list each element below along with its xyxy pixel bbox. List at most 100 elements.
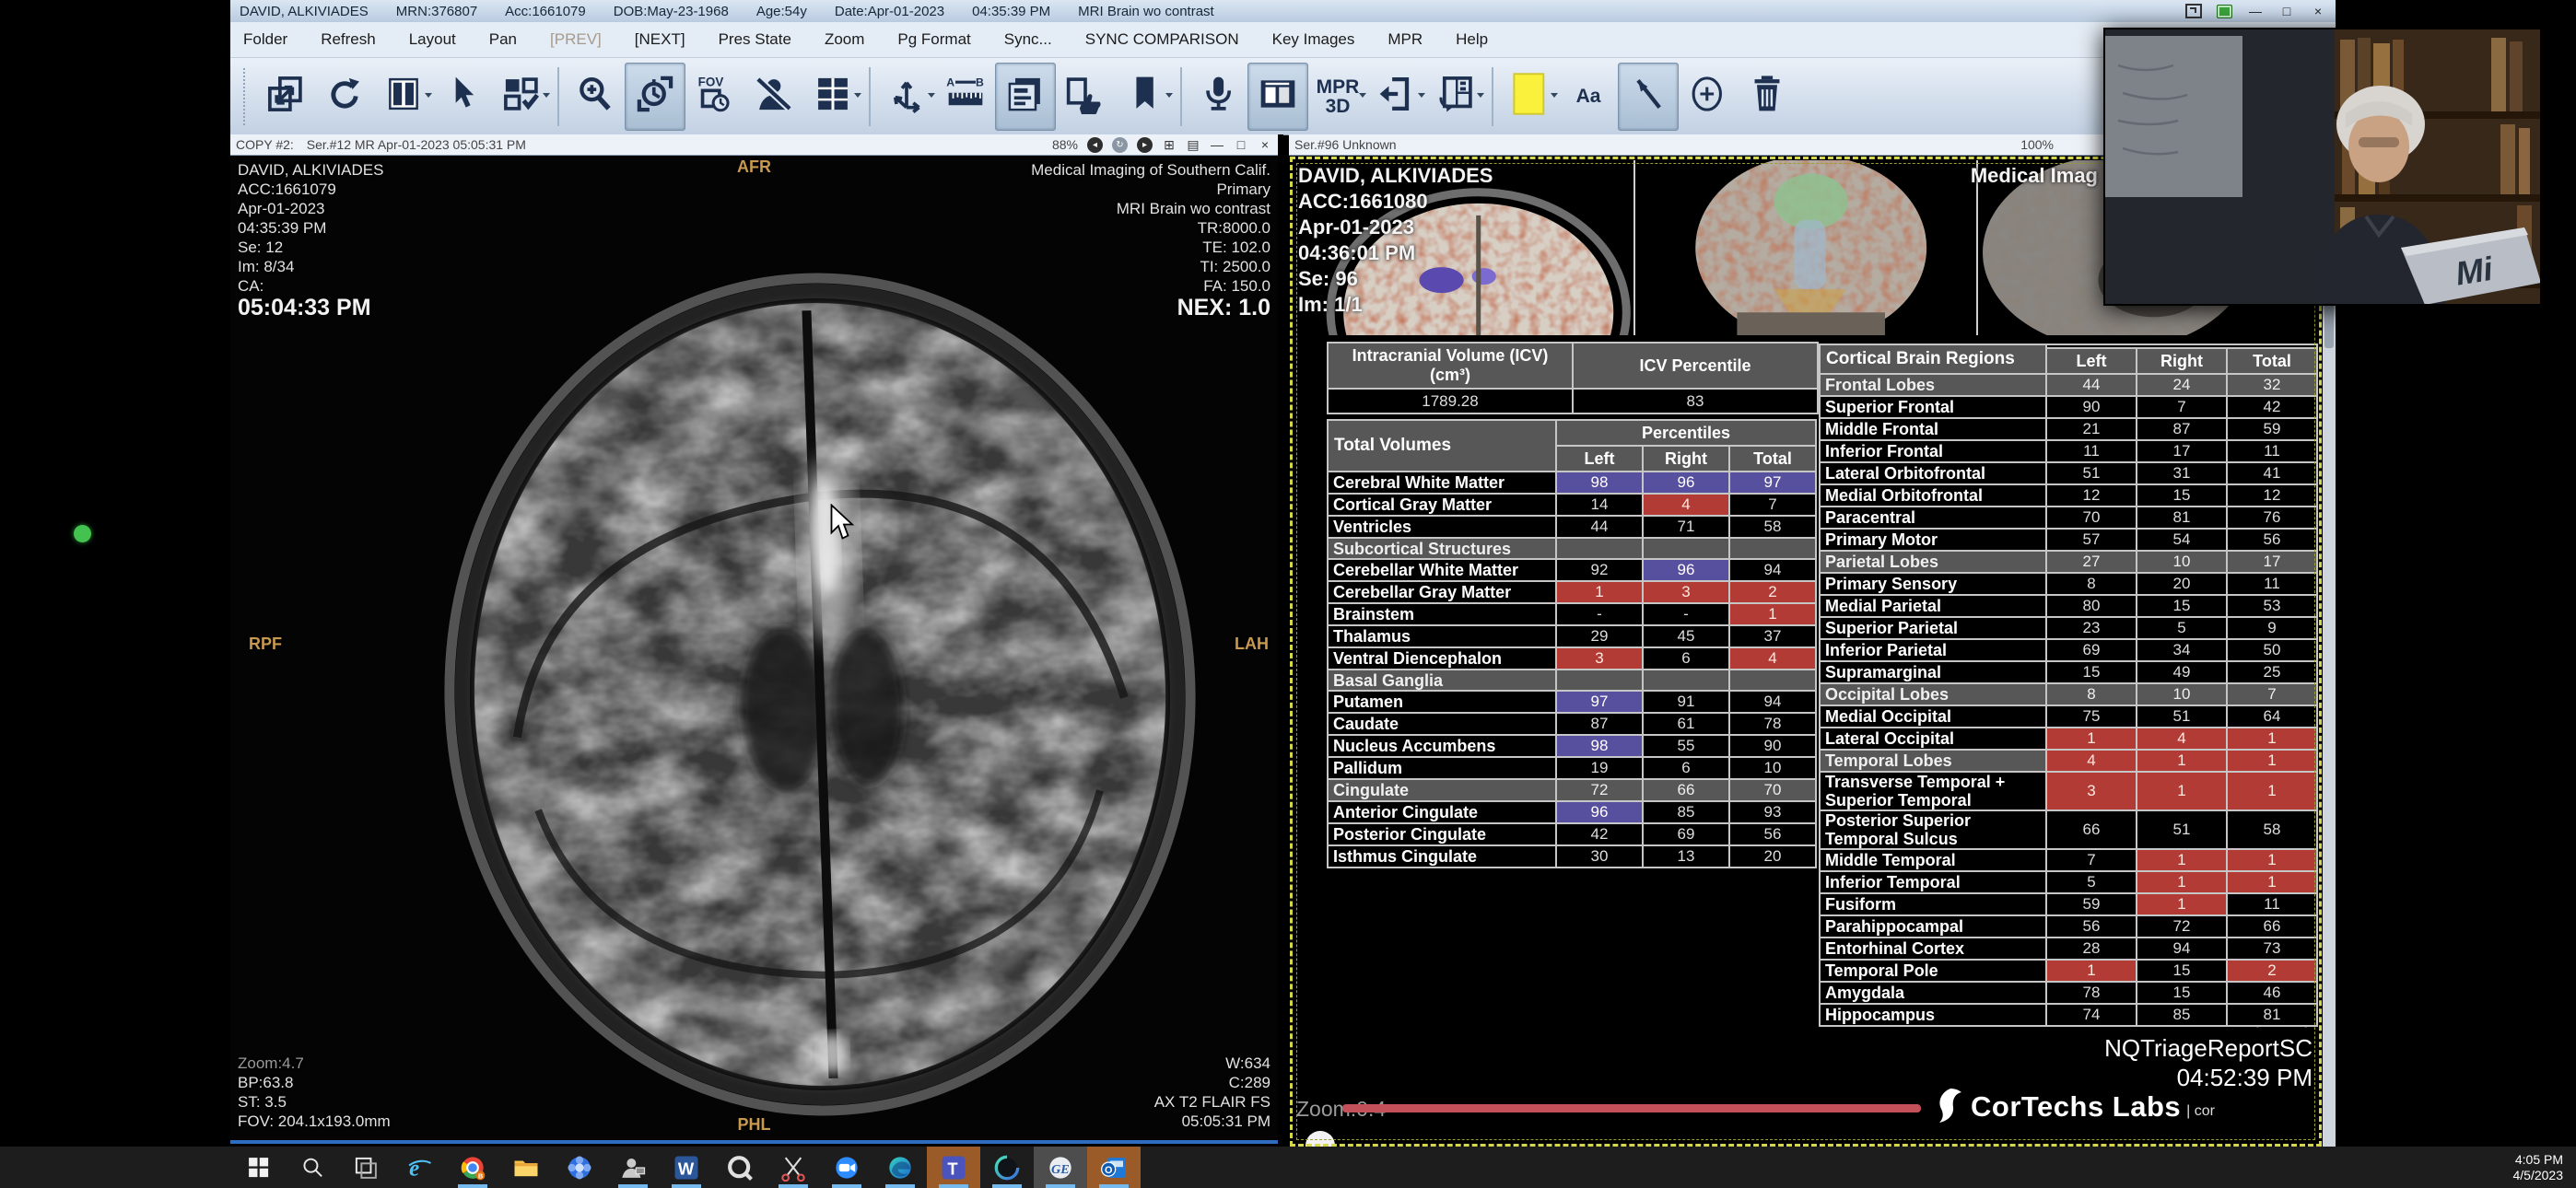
taskbar-outlook-icon[interactable]: O	[1087, 1147, 1141, 1188]
zoom-magnifier-button[interactable]	[566, 64, 625, 130]
svg-text:FOV: FOV	[698, 75, 724, 88]
select-cursor-button[interactable]	[433, 64, 492, 130]
scroll-handle[interactable]	[1306, 1131, 1335, 1147]
dropdown-caret-icon[interactable]	[1418, 93, 1425, 98]
maximize-button[interactable]: □	[2278, 4, 2295, 18]
menu-item-pg-format[interactable]: Pg Format	[897, 30, 970, 49]
taskbar-teams-icon[interactable]: T	[927, 1147, 980, 1188]
dropdown-caret-icon[interactable]	[1551, 93, 1558, 98]
menu-item-layout[interactable]: Layout	[409, 30, 456, 49]
menu-item-mpr[interactable]: MPR	[1388, 30, 1423, 49]
taskbar-remote-app-icon[interactable]	[606, 1147, 660, 1188]
close-button[interactable]: ×	[2310, 4, 2326, 18]
bookmark-button[interactable]	[1115, 64, 1174, 130]
dropdown-caret-icon[interactable]	[854, 93, 861, 98]
menu-item-key-images[interactable]: Key Images	[1272, 30, 1355, 49]
taskbar-webex-icon[interactable]	[980, 1147, 1034, 1188]
highlight-color-button[interactable]	[1500, 64, 1559, 130]
fov-button[interactable]: FOV	[685, 64, 744, 130]
fullscreen-icon[interactable]	[2185, 4, 2202, 18]
table-row: Cerebellar Gray Matter132	[1328, 581, 1816, 603]
panel-close-button[interactable]: ×	[1258, 137, 1272, 152]
dropdown-caret-icon[interactable]	[928, 93, 935, 98]
green-status-dot	[74, 525, 91, 542]
webcam-overlay[interactable]: Mi	[2103, 28, 2542, 306]
menu-item-prev[interactable]: [PREV]	[550, 30, 602, 49]
taskbar-task-view-icon[interactable]	[339, 1147, 392, 1188]
compare-panels-button[interactable]	[803, 64, 862, 130]
taskbar-word-icon[interactable]: W	[660, 1147, 713, 1188]
taskbar-photos-icon[interactable]	[553, 1147, 606, 1188]
series-layout-button[interactable]	[492, 64, 551, 130]
percentile-value: 7	[1729, 494, 1816, 516]
menu-item-sync-comparison[interactable]: SYNC COMPARISON	[1085, 30, 1239, 49]
crosshair-localizer-button[interactable]	[877, 64, 936, 130]
prev-series-button[interactable]: ◂	[1087, 137, 1103, 153]
taskbar-start-icon[interactable]	[232, 1147, 286, 1188]
percentile-value: 1	[2137, 849, 2227, 871]
menu-item-folder[interactable]: Folder	[243, 30, 287, 49]
delete-icon	[1747, 74, 1787, 119]
icv-table: Intracranial Volume (ICV)(cm³) ICV Perce…	[1327, 342, 1819, 414]
rotate-button[interactable]	[315, 64, 374, 130]
page-rotate-icon	[1435, 74, 1476, 119]
dictate-mic-button[interactable]	[1188, 64, 1247, 130]
percentile-value: 76	[2227, 507, 2317, 529]
sync-button[interactable]: ↻	[1112, 137, 1128, 153]
ellipse-roi-button[interactable]	[1679, 64, 1738, 130]
taskbar-internet-explorer-icon[interactable]: e	[392, 1147, 446, 1188]
dropdown-caret-icon[interactable]	[543, 93, 550, 98]
pointer-tool-button[interactable]	[1618, 63, 1679, 131]
window-level-button[interactable]	[1247, 63, 1308, 131]
menu-item-zoom[interactable]: Zoom	[825, 30, 864, 49]
menu-item-pan[interactable]: Pan	[489, 30, 517, 49]
overlay-line: Se: 12	[238, 238, 383, 257]
menu-item-next[interactable]: [NEXT]	[635, 30, 685, 49]
minimize-button[interactable]: —	[2247, 4, 2264, 18]
menu-item-sync[interactable]: Sync...	[1004, 30, 1052, 49]
tile-layout-icon[interactable]: ⊞	[1162, 137, 1177, 153]
percentile-value: 29	[1556, 625, 1643, 647]
menu-item-help[interactable]: Help	[1456, 30, 1488, 49]
layout-grid-button[interactable]	[374, 64, 433, 130]
titlebar-segment: MRN:376807	[396, 4, 477, 19]
page-icon[interactable]: ▤	[1186, 137, 1200, 153]
measure-ruler-button[interactable]: AB	[936, 64, 995, 130]
percentile-value: 11	[2046, 440, 2137, 462]
taskbar-edge-icon[interactable]	[873, 1147, 927, 1188]
taskbar-zoom-icon[interactable]	[820, 1147, 873, 1188]
taskbar-quicktime-icon[interactable]	[713, 1147, 767, 1188]
annotate-text-button[interactable]: Aa	[1559, 64, 1618, 130]
thumbnail-coronal-segmented[interactable]	[1635, 160, 1977, 335]
next-series-button[interactable]: ▸	[1137, 137, 1153, 153]
menu-item-refresh[interactable]: Refresh	[321, 30, 376, 49]
mri-axial-image[interactable]: DAVID, ALKIVIADESACC:1661079Apr-01-20230…	[230, 156, 1278, 1144]
dropdown-caret-icon[interactable]	[1359, 93, 1366, 98]
percentile-value: 56	[1729, 823, 1816, 845]
percentile-value: 15	[2137, 484, 2227, 507]
page-rotate-button[interactable]	[1426, 64, 1485, 130]
approve-button[interactable]	[1056, 64, 1115, 130]
hide-patient-info-button[interactable]	[744, 64, 803, 130]
mpr-3d-button[interactable]: MPR3D	[1308, 64, 1367, 130]
stack-scroll-button[interactable]	[995, 63, 1056, 131]
pan-zoom-reset-button[interactable]	[256, 64, 315, 130]
panel-maximize-button[interactable]: □	[1234, 137, 1248, 152]
taskbar-snip-icon[interactable]	[767, 1147, 820, 1188]
taskbar-ge-app-icon[interactable]: GE	[1034, 1147, 1087, 1188]
dropdown-caret-icon[interactable]	[425, 93, 432, 98]
orientation-left: RPF	[249, 635, 282, 654]
export-button[interactable]	[1367, 64, 1426, 130]
taskbar-clock[interactable]: 4:05 PM 4/5/2023	[2513, 1147, 2564, 1188]
percentile-value: 3	[2046, 772, 2137, 810]
menu-item-pres-state[interactable]: Pres State	[719, 30, 791, 49]
taskbar-search-icon[interactable]	[286, 1147, 339, 1188]
toolbar-grip[interactable]	[243, 68, 249, 125]
dropdown-caret-icon[interactable]	[1165, 93, 1173, 98]
delete-button[interactable]	[1738, 64, 1797, 130]
taskbar-chrome-icon[interactable]: B	[446, 1147, 499, 1188]
cine-clock-button[interactable]	[625, 63, 685, 131]
panel-minimize-button[interactable]: —	[1210, 137, 1224, 152]
dropdown-caret-icon[interactable]	[1477, 93, 1484, 98]
taskbar-file-explorer-icon[interactable]	[499, 1147, 553, 1188]
